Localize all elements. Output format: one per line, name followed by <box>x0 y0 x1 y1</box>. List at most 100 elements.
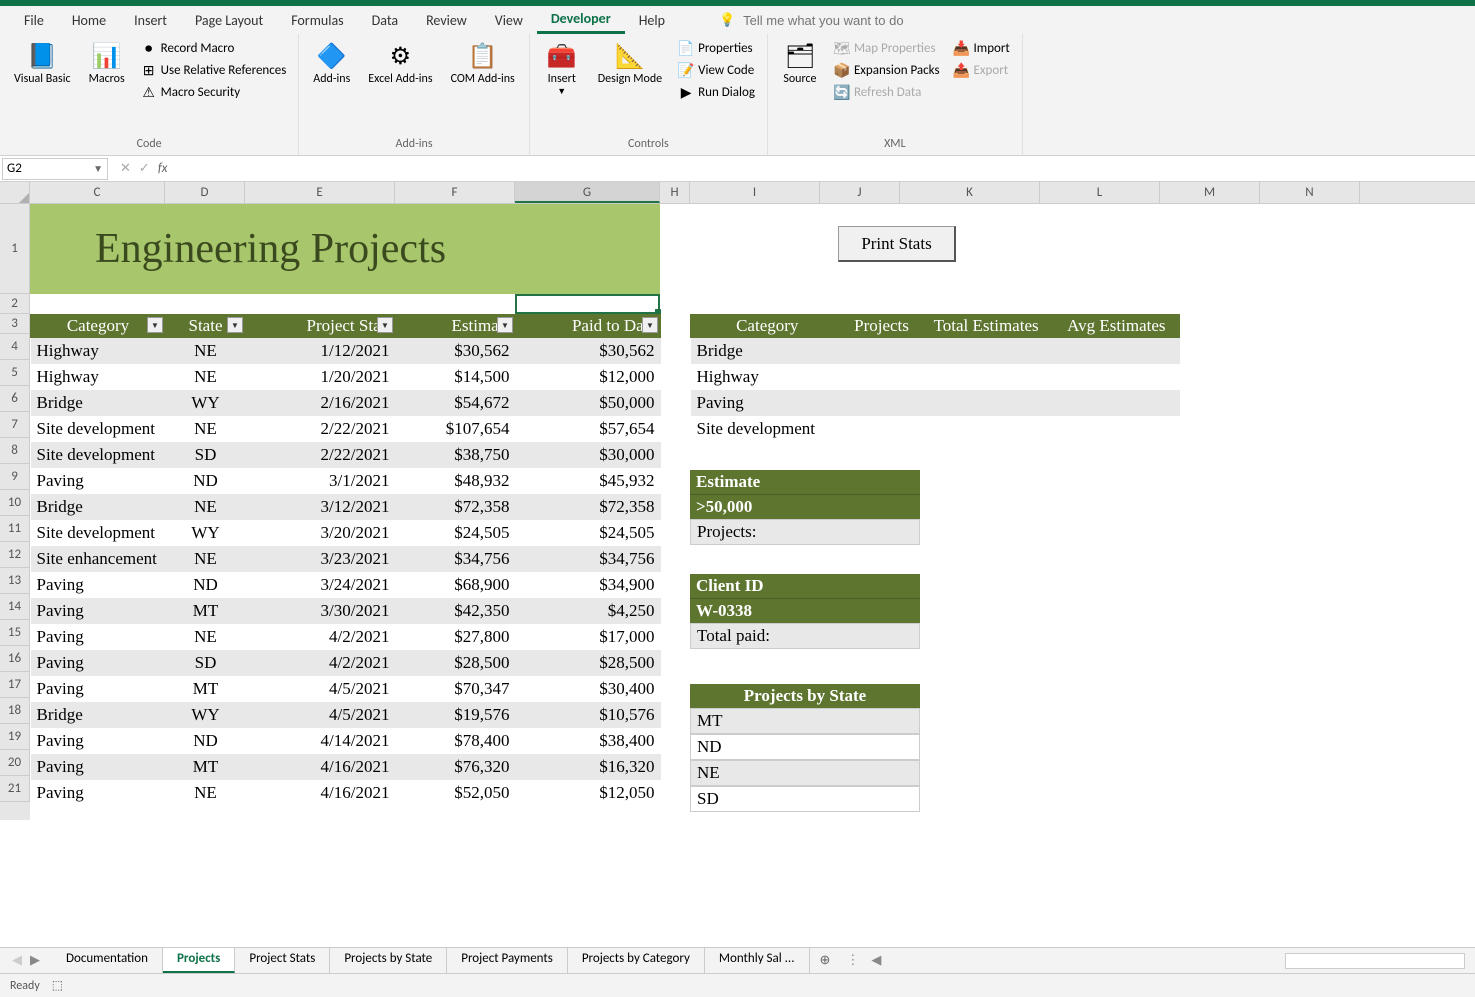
enter-icon[interactable]: ✓ <box>139 161 150 176</box>
run-dialog-button[interactable]: ▶Run Dialog <box>674 82 759 102</box>
col-header-state[interactable]: State▼ <box>166 315 246 338</box>
source-button[interactable]: 🗂Source <box>776 38 824 88</box>
table-row[interactable]: PavingMT4/5/2021$70,347$30,400 <box>31 676 661 702</box>
summary-row[interactable]: Highway <box>691 364 1180 390</box>
summary-row[interactable]: Paving <box>691 390 1180 416</box>
row-header-13[interactable]: 13 <box>0 568 30 594</box>
sheet-tab-project-stats[interactable]: Project Stats <box>235 948 330 973</box>
table-row[interactable]: BridgeWY4/5/2021$19,576$10,576 <box>31 702 661 728</box>
design-mode-button[interactable]: 📐Design Mode <box>592 38 668 88</box>
col-header-H[interactable]: H <box>660 182 690 203</box>
expansion-packs-button[interactable]: 📦Expansion Packs <box>830 60 944 80</box>
row-header-18[interactable]: 18 <box>0 698 30 724</box>
state-row[interactable]: SD <box>690 786 920 812</box>
record-macro-button[interactable]: ⏺Record Macro <box>137 38 291 58</box>
sheet-nav-next-icon[interactable]: ▶ <box>30 953 40 968</box>
view-code-button[interactable]: 📝View Code <box>674 60 759 80</box>
row-header-2[interactable]: 2 <box>0 294 30 314</box>
insert-control-button[interactable]: 🧰Insert▼ <box>538 38 586 99</box>
summary-row[interactable]: Site development <box>691 416 1180 442</box>
menu-tab-view[interactable]: View <box>481 8 537 33</box>
properties-button[interactable]: 📄Properties <box>674 38 759 58</box>
row-header-3[interactable]: 3 <box>0 314 30 334</box>
state-row[interactable]: ND <box>690 734 920 760</box>
visual-basic-button[interactable]: 📘Visual Basic <box>8 38 77 88</box>
col-header-N[interactable]: N <box>1260 182 1360 203</box>
row-header-19[interactable]: 19 <box>0 724 30 750</box>
table-row[interactable]: Site enhancementNE3/23/2021$34,756$34,75… <box>31 546 661 572</box>
row-header-10[interactable]: 10 <box>0 490 30 516</box>
table-row[interactable]: Site developmentSD2/22/2021$38,750$30,00… <box>31 442 661 468</box>
col-header-D[interactable]: D <box>165 182 245 203</box>
state-row[interactable]: NE <box>690 760 920 786</box>
row-header-21[interactable]: 21 <box>0 776 30 802</box>
col-header-C[interactable]: C <box>30 182 165 203</box>
table-row[interactable]: PavingND3/1/2021$48,932$45,932 <box>31 468 661 494</box>
menu-tab-home[interactable]: Home <box>58 8 120 33</box>
add-sheet-button[interactable]: ⊕ <box>810 953 841 968</box>
sheet-tab-documentation[interactable]: Documentation <box>52 948 163 973</box>
row-header-15[interactable]: 15 <box>0 620 30 646</box>
menu-tab-developer[interactable]: Developer <box>537 6 625 34</box>
row-header-16[interactable]: 16 <box>0 646 30 672</box>
table-row[interactable]: BridgeNE3/12/2021$72,358$72,358 <box>31 494 661 520</box>
map-properties-button[interactable]: 🗺Map Properties <box>830 38 944 58</box>
col-header-J[interactable]: J <box>820 182 900 203</box>
macros-button[interactable]: 📊Macros <box>83 38 131 88</box>
col-header-paid-to-date[interactable]: Paid to Date▼ <box>516 315 661 338</box>
table-row[interactable]: PavingSD4/2/2021$28,500$28,500 <box>31 650 661 676</box>
table-row[interactable]: PavingND4/14/2021$78,400$38,400 <box>31 728 661 754</box>
table-row[interactable]: Site developmentNE2/22/2021$107,654$57,6… <box>31 416 661 442</box>
row-header-4[interactable]: 4 <box>0 334 30 360</box>
sheet-nav-prev-icon[interactable]: ◀ <box>12 953 22 968</box>
col-header-category[interactable]: Category▼ <box>31 315 166 338</box>
excel-addins-button[interactable]: ⚙Excel Add-ins <box>362 38 438 88</box>
table-row[interactable]: PavingND3/24/2021$68,900$34,900 <box>31 572 661 598</box>
sheet-tab-monthly-sal-[interactable]: Monthly Sal ... <box>705 948 810 973</box>
sheet-tab-projects[interactable]: Projects <box>163 948 235 973</box>
table-row[interactable]: PavingMT3/30/2021$42,350$4,250 <box>31 598 661 624</box>
macro-recorder-icon[interactable]: ⬚ <box>52 978 63 993</box>
summary-row[interactable]: Bridge <box>691 338 1180 364</box>
name-box[interactable]: G2▼ <box>2 158 108 180</box>
col-header-G[interactable]: G <box>515 182 660 203</box>
row-header-1[interactable]: 1 <box>0 204 30 294</box>
sheet-tab-project-payments[interactable]: Project Payments <box>447 948 568 973</box>
menu-tab-file[interactable]: File <box>10 8 58 33</box>
col-header-K[interactable]: K <box>900 182 1040 203</box>
table-row[interactable]: PavingMT4/16/2021$76,320$16,320 <box>31 754 661 780</box>
filter-button[interactable]: ▼ <box>377 317 393 333</box>
row-header-6[interactable]: 6 <box>0 386 30 412</box>
row-header-17[interactable]: 17 <box>0 672 30 698</box>
refresh-data-button[interactable]: 🔄Refresh Data <box>830 82 944 102</box>
tell-me-input[interactable] <box>743 13 943 28</box>
table-row[interactable]: PavingNE4/16/2021$52,050$12,050 <box>31 780 661 806</box>
filter-button[interactable]: ▼ <box>227 317 243 333</box>
table-row[interactable]: PavingNE4/2/2021$27,800$17,000 <box>31 624 661 650</box>
filter-button[interactable]: ▼ <box>147 317 163 333</box>
tab-options-icon[interactable]: ⋮ <box>840 953 865 968</box>
col-header-M[interactable]: M <box>1160 182 1260 203</box>
use-relative-button[interactable]: ⊞Use Relative References <box>137 60 291 80</box>
table-row[interactable]: HighwayNE1/12/2021$30,562$30,562 <box>31 338 661 364</box>
sheet-tab-projects-by-category[interactable]: Projects by Category <box>568 948 705 973</box>
com-addins-button[interactable]: 📋COM Add-ins <box>445 38 521 88</box>
row-header-9[interactable]: 9 <box>0 464 30 490</box>
col-header-L[interactable]: L <box>1040 182 1160 203</box>
state-row[interactable]: MT <box>690 708 920 734</box>
col-header-estimate[interactable]: Estimate▼ <box>396 315 516 338</box>
menu-tab-review[interactable]: Review <box>412 8 481 33</box>
col-header-I[interactable]: I <box>690 182 820 203</box>
menu-tab-data[interactable]: Data <box>358 8 412 33</box>
select-all-corner[interactable] <box>0 182 30 203</box>
row-header-7[interactable]: 7 <box>0 412 30 438</box>
import-button[interactable]: 📥Import <box>950 38 1014 58</box>
cancel-icon[interactable]: ✕ <box>120 161 131 176</box>
horizontal-scrollbar[interactable] <box>1285 953 1465 969</box>
row-header-8[interactable]: 8 <box>0 438 30 464</box>
row-header-20[interactable]: 20 <box>0 750 30 776</box>
fx-icon[interactable]: fx <box>158 161 168 176</box>
table-row[interactable]: BridgeWY2/16/2021$54,672$50,000 <box>31 390 661 416</box>
menu-tab-insert[interactable]: Insert <box>120 8 181 33</box>
menu-tab-help[interactable]: Help <box>625 8 679 33</box>
